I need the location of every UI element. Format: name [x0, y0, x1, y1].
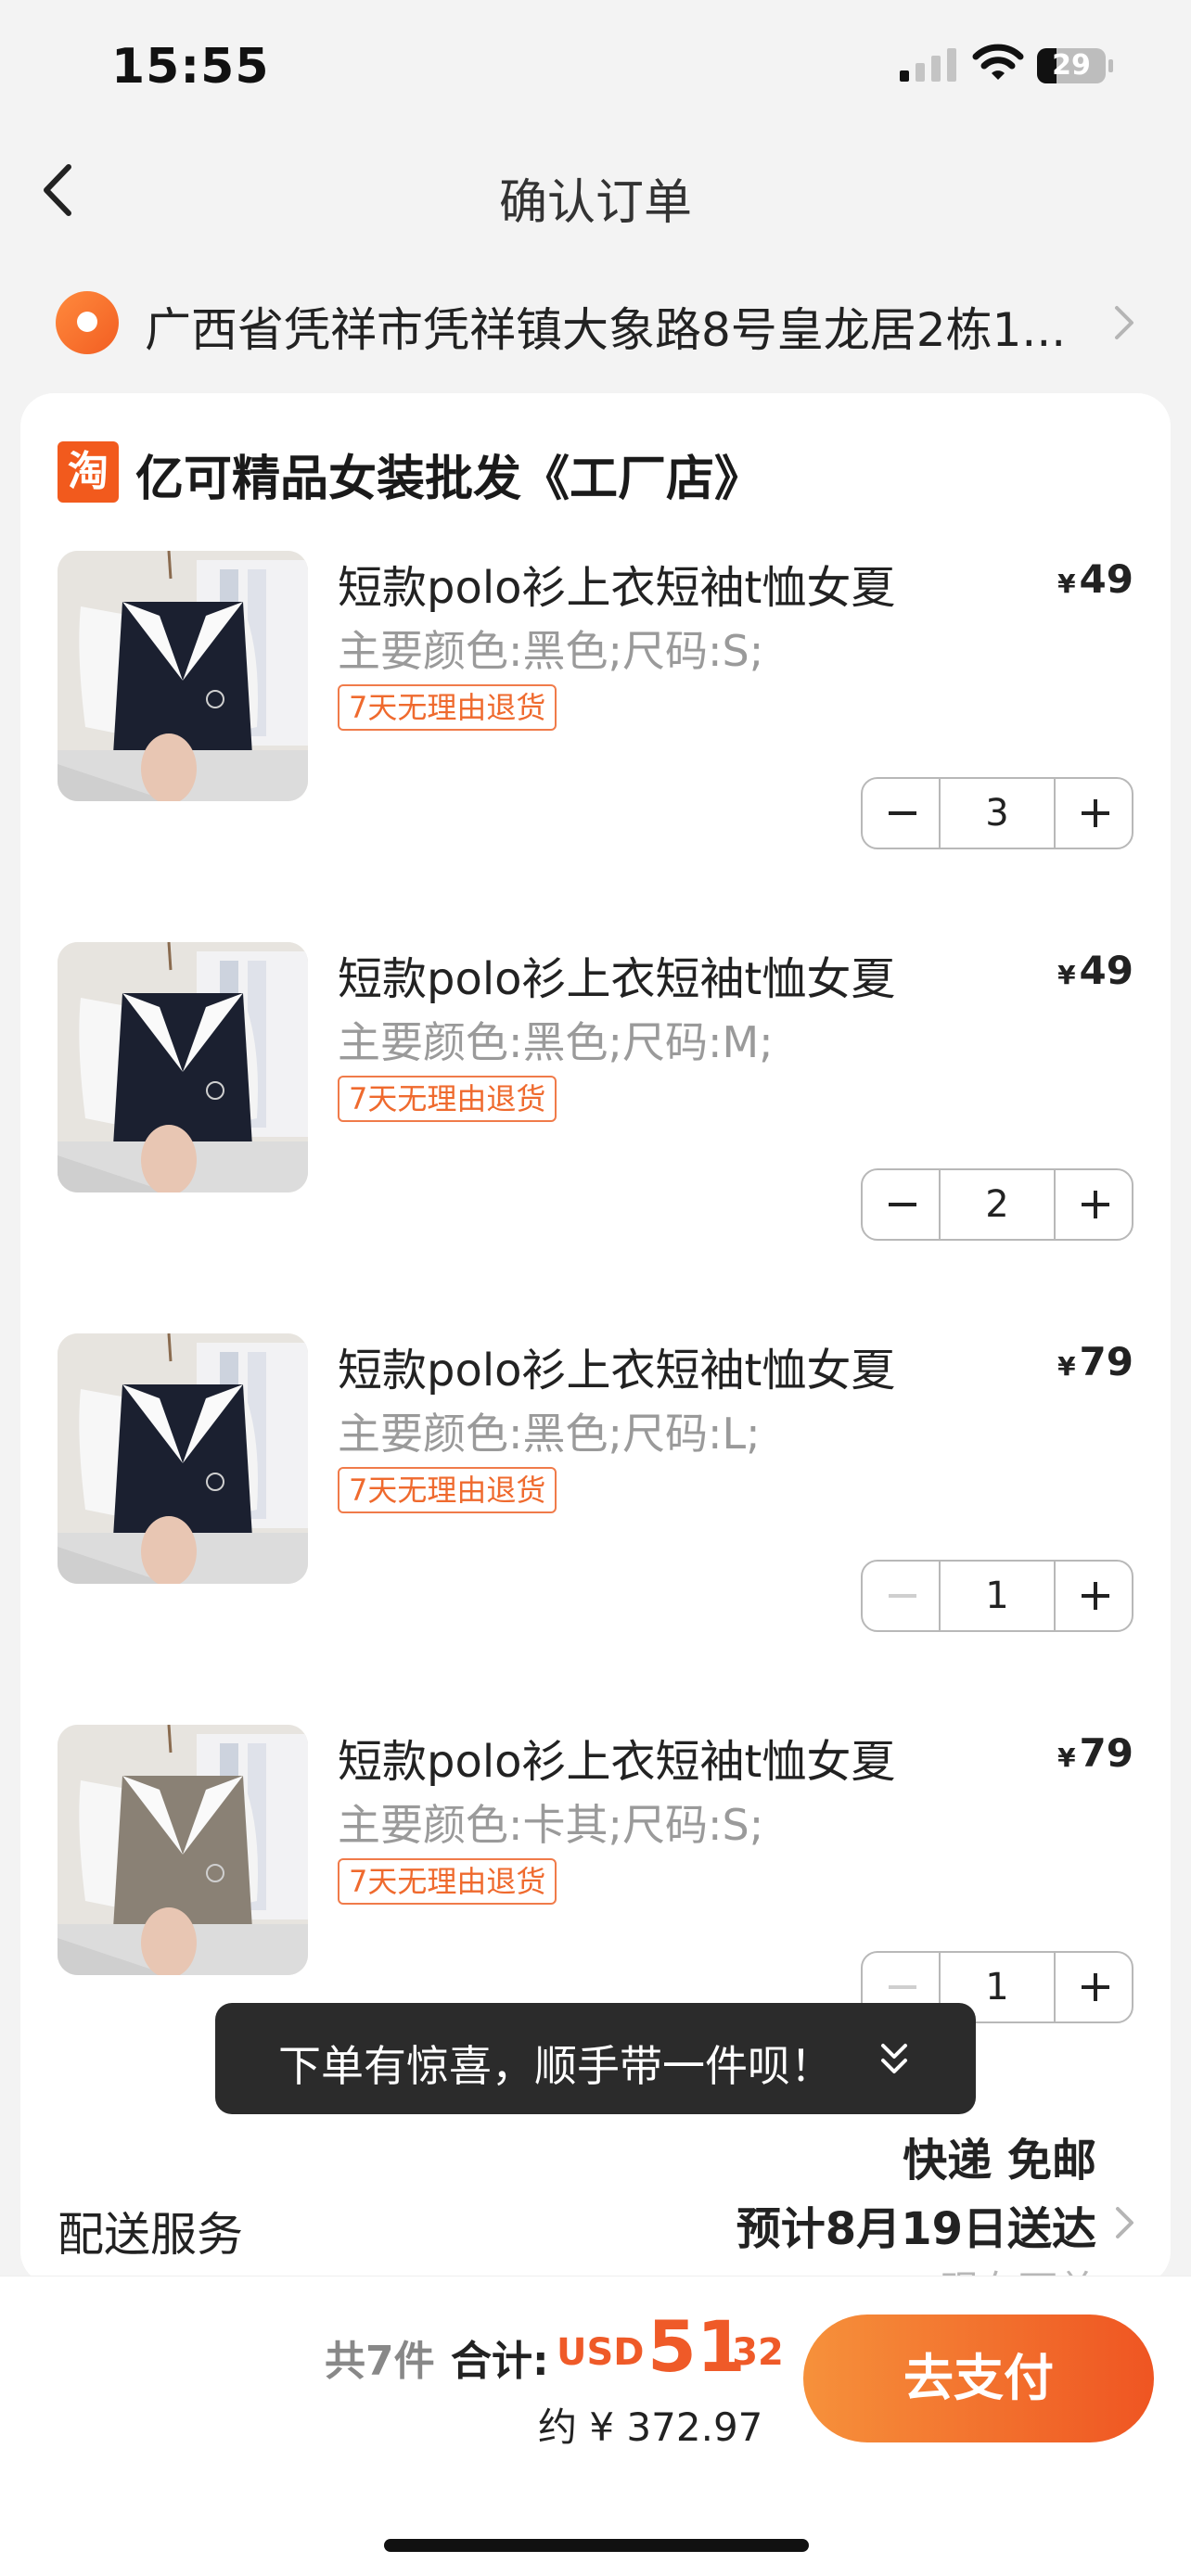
- delivery-eta[interactable]: 预计8月19日送达: [736, 2192, 1096, 2257]
- approx-cny-total: 约 ¥ 372.97: [538, 2404, 763, 2450]
- decrease-quantity-button[interactable]: [863, 779, 941, 848]
- increase-quantity-button[interactable]: [1054, 1953, 1132, 2021]
- price-currency: ¥: [1057, 568, 1076, 599]
- product-price: ¥79: [1057, 1730, 1133, 1776]
- chevron-right-icon[interactable]: [1111, 2203, 1137, 2242]
- quantity-stepper: 2: [861, 1168, 1133, 1241]
- toast-text: 下单有惊喜，顺手带一件呗！: [278, 2041, 833, 2091]
- order-item: 短款polo衫上衣短袖t恤女夏 主要颜色:黑色;尺码:L; 7天无理由退货 ¥79 1: [0, 1333, 1191, 1723]
- quantity-value[interactable]: 1: [941, 1562, 1054, 1630]
- total-currency: USD: [557, 2331, 645, 2374]
- taobao-logo-icon: 淘: [58, 441, 119, 503]
- location-pin-icon: [56, 291, 119, 354]
- product-spec[interactable]: 主要颜色:黑色;尺码:M;: [338, 1009, 774, 1070]
- quantity-stepper: 3: [861, 777, 1133, 849]
- quantity-stepper: 1: [861, 1560, 1133, 1632]
- product-title[interactable]: 短款polo衫上衣短袖t恤女夏: [338, 942, 895, 1007]
- return-policy-badge: 7天无理由退货: [338, 684, 557, 731]
- product-spec[interactable]: 主要颜色:黑色;尺码:S;: [338, 618, 763, 679]
- price-value: 79: [1079, 1339, 1133, 1384]
- product-price: ¥49: [1057, 948, 1133, 993]
- product-title[interactable]: 短款polo衫上衣短袖t恤女夏: [338, 1725, 895, 1790]
- product-title[interactable]: 短款polo衫上衣短袖t恤女夏: [338, 1333, 895, 1398]
- battery-level: 29: [1052, 49, 1091, 82]
- battery-icon: 29: [1037, 48, 1113, 83]
- price-currency: ¥: [1057, 960, 1076, 990]
- price-value: 49: [1079, 556, 1133, 602]
- address-text: 广西省凭祥市凭祥镇大象路8号皇龙居2栋1...: [145, 303, 1067, 357]
- product-thumbnail[interactable]: [58, 1333, 308, 1584]
- order-item: 短款polo衫上衣短袖t恤女夏 主要颜色:黑色;尺码:M; 7天无理由退货 ¥49 2: [0, 942, 1191, 1332]
- order-item: 短款polo衫上衣短袖t恤女夏 主要颜色:黑色;尺码:S; 7天无理由退货 ¥49 3: [0, 551, 1191, 940]
- product-title[interactable]: 短款polo衫上衣短袖t恤女夏: [338, 551, 895, 616]
- price-value: 79: [1079, 1730, 1133, 1776]
- product-thumbnail[interactable]: [58, 551, 308, 801]
- chevron-right-icon: [1115, 306, 1133, 339]
- shop-name[interactable]: 亿可精品女装批发《工厂店》: [135, 440, 762, 509]
- home-indicator: [384, 2539, 809, 2552]
- return-policy-badge: 7天无理由退货: [338, 1076, 557, 1122]
- decrease-quantity-button[interactable]: [863, 1562, 941, 1630]
- total-decimal: .32: [718, 2331, 784, 2374]
- double-chevron-down-icon[interactable]: [876, 2038, 913, 2079]
- product-thumbnail[interactable]: [58, 942, 308, 1192]
- quantity-value[interactable]: 2: [941, 1170, 1054, 1239]
- page-title: 确认订单: [498, 175, 692, 231]
- price-value: 49: [1079, 948, 1133, 993]
- delivery-method: 快递 免邮: [903, 2135, 1096, 2187]
- product-thumbnail[interactable]: [58, 1725, 308, 1975]
- increase-quantity-button[interactable]: [1054, 1562, 1132, 1630]
- decrease-quantity-button[interactable]: [863, 1170, 941, 1239]
- product-spec[interactable]: 主要颜色:黑色;尺码:L;: [338, 1400, 761, 1461]
- product-price: ¥79: [1057, 1339, 1133, 1384]
- increase-quantity-button[interactable]: [1054, 1170, 1132, 1239]
- delivery-label: 配送服务: [58, 2208, 243, 2262]
- total-label: 合计:: [451, 2338, 549, 2385]
- price-currency: ¥: [1057, 1351, 1076, 1382]
- return-policy-badge: 7天无理由退货: [338, 1467, 557, 1513]
- quantity-value[interactable]: 3: [941, 779, 1054, 848]
- price-currency: ¥: [1057, 1742, 1076, 1773]
- pay-button[interactable]: 去支付: [803, 2315, 1154, 2442]
- status-time: 15:55: [111, 39, 270, 95]
- return-policy-badge: 7天无理由退货: [338, 1858, 557, 1905]
- product-spec[interactable]: 主要颜色:卡其;尺码:S;: [338, 1792, 763, 1853]
- wifi-icon: [972, 44, 1024, 80]
- increase-quantity-button[interactable]: [1054, 779, 1132, 848]
- cellular-signal-icon: [900, 48, 956, 82]
- product-price: ¥49: [1057, 556, 1133, 602]
- item-count: 共7件: [325, 2338, 435, 2385]
